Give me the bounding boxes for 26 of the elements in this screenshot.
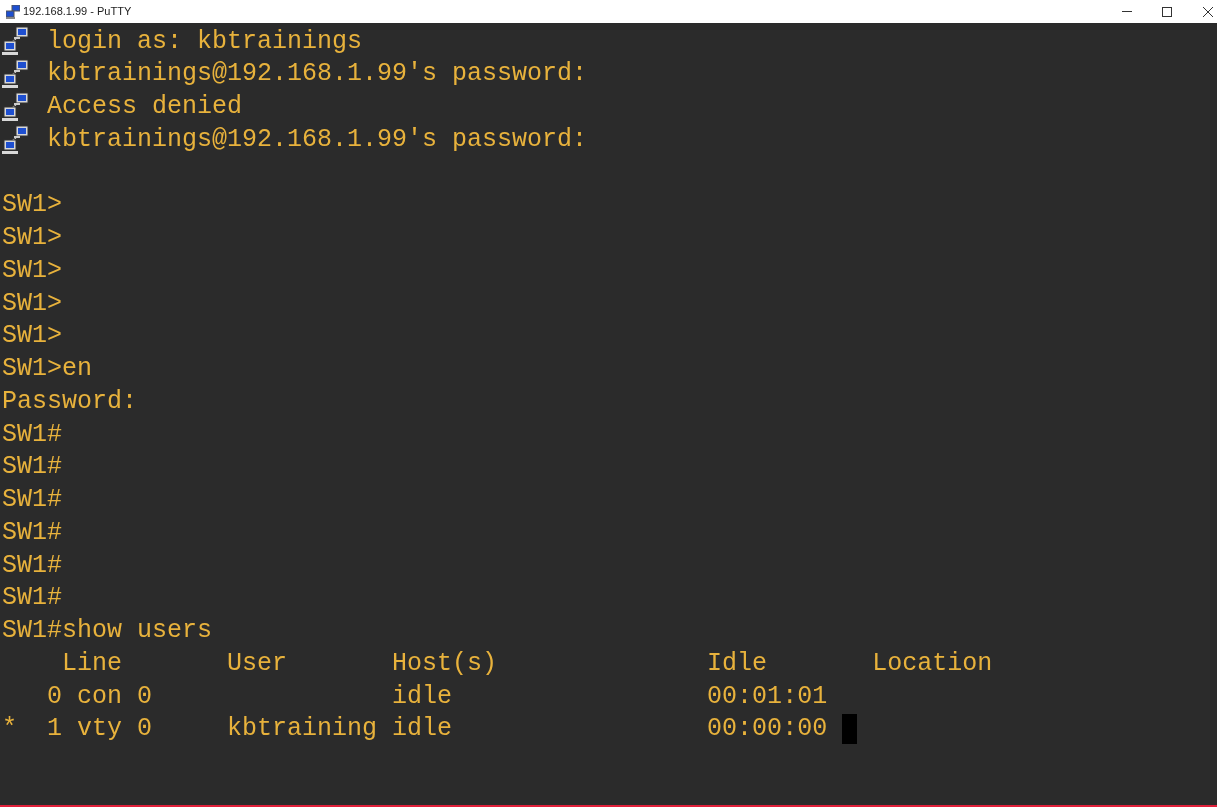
terminal-line: SW1> [2,287,62,320]
putty-icon [6,4,20,19]
minimize-icon [1122,10,1132,13]
terminal-line: Access denied [47,91,243,124]
terminal-line: 0 con 0 idle 00:01:01 [46,680,828,713]
terminal-line: SW1>en [2,353,92,386]
terminal-line: SW1> [2,222,62,255]
terminal-line: SW1# [2,418,62,451]
terminal-line: SW1# [2,451,62,484]
terminal-line: SW1# [2,549,62,582]
maximize-icon [1162,6,1172,17]
terminal-line: Password: [2,385,138,418]
terminal-line: kbtrainings@192.168.1.99's password: [47,58,588,91]
terminal-line: SW1# [2,484,62,517]
terminal-line: SW1#show users [2,615,213,648]
terminal-line: kbtrainings@192.168.1.99's password: [47,123,588,156]
window-title: 192.168.1.99 - PuTTY [23,4,132,20]
close-icon [1203,6,1213,17]
terminal-line: SW1> [2,320,62,353]
terminal-line: login as: kbtrainings [47,25,363,58]
terminal-line: SW1> [2,189,62,222]
terminal-line: SW1# [2,582,62,615]
terminal-line: Line User Host(s) Idle Location [61,647,993,680]
terminal-line: SW1> [2,254,62,287]
terminal-line: * 1 vty 0 kbtraining idle 00:00:00 [2,713,828,746]
terminal-line: SW1# [2,516,62,549]
